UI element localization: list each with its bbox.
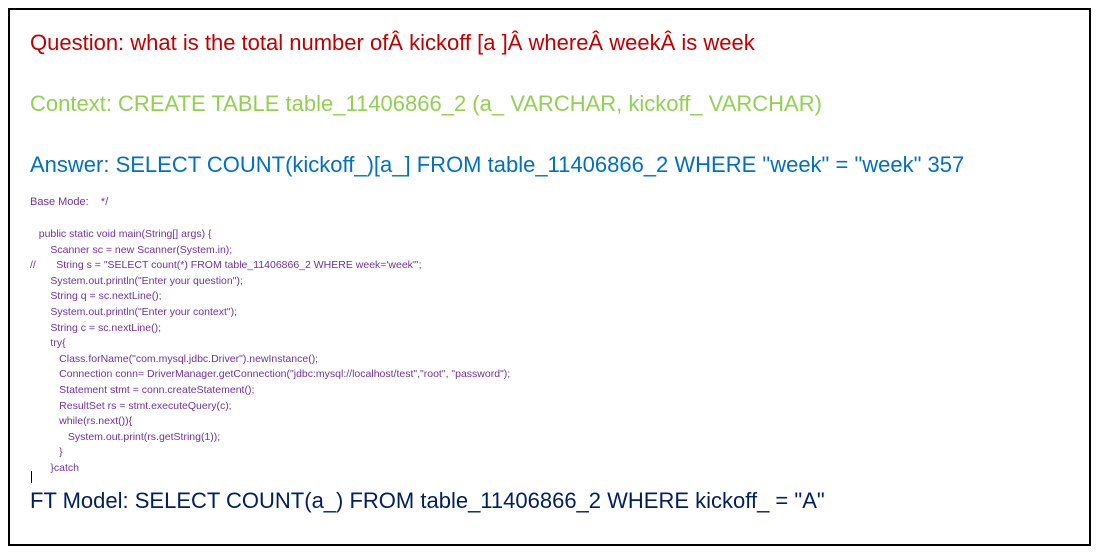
ft-model-line: FT Model: SELECT COUNT(a_) FROM table_11… [30, 488, 825, 513]
context-line: Context: CREATE TABLE table_11406866_2 (… [30, 91, 822, 116]
code-line: String c = sc.nextLine(); [30, 321, 162, 334]
answer-line: Answer: SELECT COUNT(kickoff_)[a_] FROM … [30, 152, 965, 177]
base-mode-label: Base Mode: */ [30, 196, 109, 208]
code-line: public static void main(String[] args) { [30, 228, 212, 240]
code-line: try{ [30, 337, 66, 350]
code-line: Statement stmt = conn.createStatement(); [30, 383, 255, 396]
code-line: Connection conn= DriverManager.getConnec… [30, 368, 511, 381]
code-line: // String s = "SELECT count(*) FROM tabl… [30, 259, 422, 272]
question-line: Question: what is the total number ofÂ k… [30, 30, 755, 55]
code-line: System.out.print(rs.getString(1)); [30, 430, 221, 443]
code-line: Scanner sc = new Scanner(System.in); [30, 243, 233, 256]
code-line: while(rs.next()){ [30, 415, 133, 428]
code-line: String q = sc.nextLine(); [30, 290, 162, 303]
document-frame: Question: what is the total number ofÂ k… [8, 8, 1091, 546]
code-line: } [30, 446, 63, 459]
code-line: System.out.println("Enter your context")… [30, 305, 238, 318]
code-line: }catch [30, 461, 80, 474]
code-line: System.out.println("Enter your question"… [30, 274, 243, 287]
code-block: public static void main(String[] args) {… [30, 227, 510, 477]
code-line: Class.forName("com.mysql.jdbc.Driver").n… [30, 352, 319, 365]
code-line: ResultSet rs = stmt.executeQuery(c); [30, 399, 232, 412]
text-cursor [31, 471, 32, 483]
